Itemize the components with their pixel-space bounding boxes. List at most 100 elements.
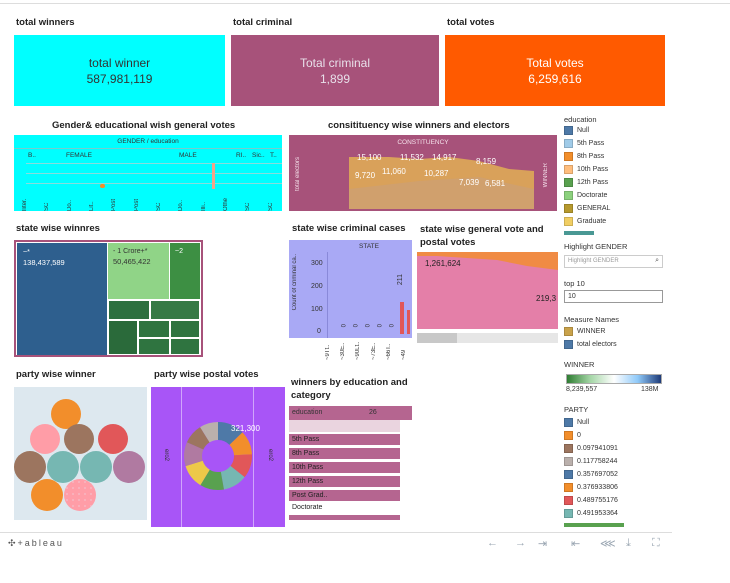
- undo-icon[interactable]: ←: [487, 537, 498, 549]
- tableau-logo[interactable]: ✣+ableau: [8, 538, 64, 549]
- edu-table[interactable]: education 26 5th Pass 8th Pass 10th Pass…: [289, 406, 412, 528]
- gender-bar[interactable]: [212, 163, 215, 189]
- treemap-title: state wise winnres: [16, 223, 100, 234]
- table-row[interactable]: 5th Pass: [289, 434, 400, 445]
- party-bubble[interactable]: [64, 424, 94, 454]
- treemap-cell[interactable]: [170, 320, 200, 338]
- highlight-input[interactable]: Highlight GENDER ⌕: [564, 255, 663, 268]
- table-row[interactable]: 12th Pass: [289, 476, 400, 487]
- party-winner-chart[interactable]: [14, 387, 147, 520]
- reset-icon[interactable]: ⇤: [571, 537, 580, 550]
- party-bubble[interactable]: [113, 451, 145, 483]
- treemap-block[interactable]: ~2: [170, 243, 200, 299]
- axis-line: [327, 252, 328, 338]
- treemap-cell[interactable]: [170, 338, 200, 355]
- download-icon[interactable]: ⤓: [626, 537, 631, 550]
- legend-item[interactable]: Graduate: [564, 217, 606, 226]
- table-row[interactable]: 8th Pass: [289, 448, 400, 459]
- postal-chart[interactable]: 1,261,624 219,3: [417, 252, 558, 329]
- legend-item[interactable]: 0.357697052: [564, 470, 618, 479]
- treemap-cell[interactable]: [150, 300, 200, 320]
- party-bubble[interactable]: [64, 479, 96, 511]
- party-bubble[interactable]: [47, 451, 79, 483]
- gender-chart-title: Gender& educational wish general votes: [52, 120, 236, 131]
- legend-item[interactable]: Null: [564, 418, 589, 427]
- kpi-criminal-card[interactable]: Total criminal 1,899: [231, 35, 439, 106]
- criminal-bar[interactable]: [407, 310, 410, 334]
- area-label: 11,060: [382, 167, 406, 176]
- party-bubble[interactable]: [98, 424, 128, 454]
- legend-item[interactable]: 0.376933806: [564, 483, 618, 492]
- treemap-cell[interactable]: [138, 338, 170, 355]
- legend-item[interactable]: WINNER: [564, 327, 605, 336]
- kpi-votes-card[interactable]: Total votes 6,259,616: [445, 35, 665, 106]
- criminal-header: STATE: [359, 243, 379, 250]
- table-row-bar: [289, 515, 400, 520]
- party-postal-chart[interactable]: ero2 ero2 321,300: [151, 387, 285, 527]
- highlight-title: Highlight GENDER: [564, 242, 628, 251]
- postal-value: 219,3: [536, 294, 557, 303]
- gender-chart[interactable]: GENDER / education B.. FEMALE MALE RI.. …: [14, 135, 282, 211]
- legend-item[interactable]: GENERAL: [564, 204, 610, 213]
- postal-donut-value: 321,300: [231, 424, 260, 433]
- treemap[interactable]: ~* 138,437,589 - 1 Crore+* 50,465,422 ~2: [14, 240, 203, 357]
- legend-overflow: [564, 523, 624, 527]
- edu-table-title: winners by education and category: [291, 377, 408, 401]
- gender-bar[interactable]: [100, 184, 105, 188]
- treemap-block-group[interactable]: [108, 300, 200, 355]
- postal-scrollbar[interactable]: [417, 333, 558, 343]
- legend-item[interactable]: Doctorate: [564, 191, 607, 200]
- table-row-bg: [289, 420, 400, 432]
- table-row[interactable]: 10th Pass: [289, 462, 400, 473]
- constituency-chart[interactable]: CONSTITUENCY total electors WINNER 15,10…: [289, 135, 557, 211]
- share-icon[interactable]: ⋘: [600, 537, 616, 550]
- redo-icon[interactable]: →: [515, 537, 526, 549]
- legend-item[interactable]: total electors: [564, 340, 617, 349]
- revert-icon[interactable]: ⇥: [538, 537, 547, 550]
- party-bubble[interactable]: [30, 424, 60, 454]
- top-n-input[interactable]: 10: [564, 290, 663, 303]
- scroll-thumb[interactable]: [417, 333, 457, 343]
- party-bubble[interactable]: [14, 451, 46, 483]
- legend-item[interactable]: 8th Pass: [564, 152, 604, 161]
- kpi-votes-title: total votes: [447, 17, 495, 28]
- x-label: ~73E..: [370, 342, 377, 360]
- legend-item[interactable]: 12th Pass: [564, 178, 608, 187]
- treemap-block-label: ~*: [23, 249, 30, 256]
- x-label: Illi..: [200, 202, 207, 211]
- divider-line: [253, 387, 254, 527]
- area-label: 6,581: [485, 179, 506, 188]
- party-bubble[interactable]: [31, 479, 63, 511]
- legend-item[interactable]: 0.097941091: [564, 444, 618, 453]
- treemap-block[interactable]: - 1 Crore+* 50,465,422: [108, 243, 169, 299]
- treemap-block-value: 138,437,589: [23, 258, 65, 267]
- legend-item[interactable]: 0.491953364: [564, 509, 618, 518]
- table-row[interactable]: Post Grad..: [289, 490, 400, 501]
- legend-item[interactable]: 0.489755176: [564, 496, 618, 505]
- table-row[interactable]: Doctorate: [289, 502, 400, 513]
- side-label: ero2: [163, 449, 169, 462]
- legend-item[interactable]: 0.117758244: [564, 457, 617, 466]
- legend-item[interactable]: Null: [564, 126, 589, 135]
- x-label: ~30E..: [339, 342, 346, 360]
- treemap-block[interactable]: ~* 138,437,589: [17, 243, 107, 355]
- divider-line: [181, 387, 182, 527]
- gridline: [26, 183, 282, 184]
- treemap-cell[interactable]: [108, 320, 138, 355]
- legend-item[interactable]: 10th Pass: [564, 165, 608, 174]
- criminal-bar[interactable]: [400, 302, 404, 334]
- highlight-placeholder: Highlight GENDER: [568, 258, 619, 264]
- kpi-winners-card[interactable]: total winner 587,981,119: [14, 35, 225, 106]
- area-label: 14,917: [432, 153, 457, 162]
- treemap-cell[interactable]: [138, 320, 170, 338]
- kpi-winners-value: 587,981,119: [86, 71, 153, 86]
- legend-item[interactable]: 0: [564, 431, 581, 440]
- x-label: Post: [111, 198, 118, 211]
- treemap-cell[interactable]: [108, 300, 150, 320]
- fullscreen-icon[interactable]: ⛶: [652, 537, 660, 550]
- legend-item[interactable]: 5th Pass: [564, 139, 604, 148]
- criminal-chart[interactable]: STATE Count of criminal ca.. 300 200 100…: [289, 240, 412, 338]
- party-bubble[interactable]: [80, 451, 112, 483]
- y-tick: 100: [311, 306, 323, 313]
- winner-scale-max: 138M: [641, 386, 659, 393]
